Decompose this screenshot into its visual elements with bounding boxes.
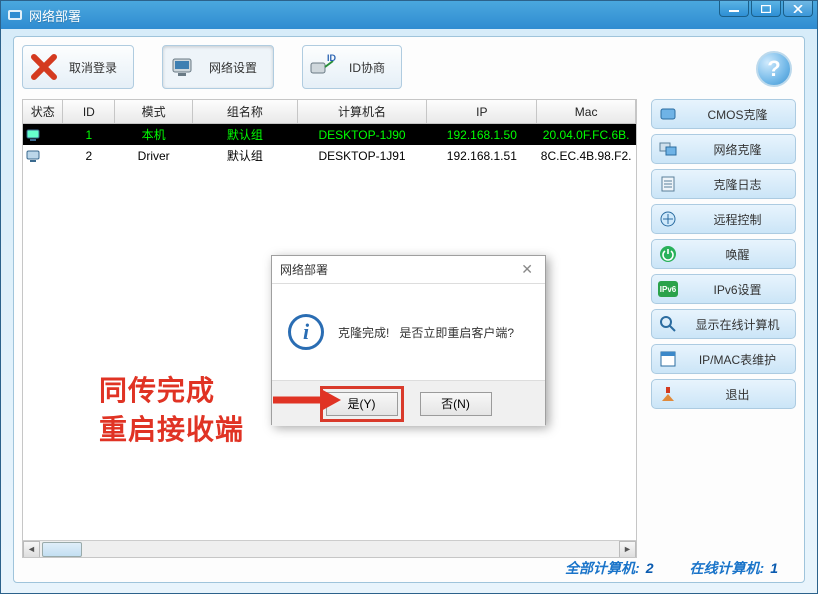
log-icon	[658, 174, 678, 194]
cancel-login-button[interactable]: 取消登录	[22, 45, 134, 89]
svg-text:ID: ID	[327, 53, 337, 63]
side-log-button[interactable]: 克隆日志	[651, 169, 796, 199]
cancel-icon	[29, 52, 59, 82]
maximize-button[interactable]	[751, 1, 781, 17]
total-label: 全部计算机:	[565, 558, 640, 578]
col-mode[interactable]: 模式	[115, 100, 193, 124]
online-count: 1	[770, 560, 778, 576]
table-header-row: 状态 ID 模式 组名称 计算机名 IP Mac	[23, 100, 636, 124]
cell-id: 2	[63, 145, 115, 166]
side-label: IPv6设置	[686, 281, 789, 298]
side-netclone-button[interactable]: 网络克隆	[651, 134, 796, 164]
col-ip[interactable]: IP	[427, 100, 537, 124]
side-cmos-button[interactable]: CMOS克隆	[651, 99, 796, 129]
pc-icon	[23, 145, 63, 166]
cell-mac: 20.04.0F.FC.6B.	[537, 124, 636, 146]
total-count: 2	[646, 560, 654, 576]
dialog-no-button[interactable]: 否(N)	[420, 392, 492, 416]
side-exit-button[interactable]: 退出	[651, 379, 796, 409]
cell-mode: Driver	[115, 145, 193, 166]
status-bar: 全部计算机: 2 在线计算机: 1	[22, 558, 796, 578]
settings-icon	[169, 52, 199, 82]
dialog-title: 网络部署	[280, 261, 328, 278]
table-row[interactable]: 2Driver默认组DESKTOP-1J91192.168.1.518C.EC.…	[23, 145, 636, 166]
ipv6-icon: IPv6	[658, 279, 678, 299]
side-label: IP/MAC表维护	[686, 351, 789, 368]
cell-mac: 8C.EC.4B.98.F2.	[537, 145, 636, 166]
id-negotiate-button[interactable]: ID ID协商	[302, 45, 402, 89]
cell-host: DESKTOP-1J90	[297, 124, 427, 146]
pc-icon	[23, 124, 63, 146]
cell-id: 1	[63, 124, 115, 146]
side-label: 唤醒	[686, 246, 789, 263]
power-icon	[658, 244, 678, 264]
network-settings-label: 网络设置	[209, 59, 257, 76]
scroll-left-button[interactable]: ◄	[23, 541, 40, 558]
cancel-login-label: 取消登录	[69, 59, 117, 76]
table-row[interactable]: 1本机默认组DESKTOP-1J90192.168.1.5020.04.0F.F…	[23, 124, 636, 146]
titlebar: 网络部署	[1, 1, 817, 29]
side-search-button[interactable]: 显示在线计算机	[651, 309, 796, 339]
col-mac[interactable]: Mac	[537, 100, 636, 124]
window-title: 网络部署	[29, 6, 811, 25]
side-power-button[interactable]: 唤醒	[651, 239, 796, 269]
col-group[interactable]: 组名称	[193, 100, 298, 124]
side-label: 网络克隆	[686, 141, 789, 158]
col-status[interactable]: 状态	[23, 100, 63, 124]
id-icon: ID	[309, 52, 339, 82]
minimize-button[interactable]	[719, 1, 749, 17]
dialog-message: 克隆完成! 是否立即重启客户端?	[338, 324, 514, 341]
annotation-text: 同传完成 重启接收端	[99, 371, 244, 449]
cell-host: DESKTOP-1J91	[297, 145, 427, 166]
info-icon: i	[288, 314, 324, 350]
side-label: 远程控制	[686, 211, 789, 228]
annotation-arrow-icon	[273, 389, 341, 411]
table-icon	[658, 349, 678, 369]
app-window: 网络部署 取消登录 网络设置 ID	[0, 0, 818, 594]
col-host[interactable]: 计算机名	[297, 100, 427, 124]
network-settings-button[interactable]: 网络设置	[162, 45, 274, 89]
dialog-close-button[interactable]: ✕	[517, 259, 537, 280]
help-button[interactable]: ?	[756, 51, 792, 87]
cell-ip: 192.168.1.51	[427, 145, 537, 166]
col-id[interactable]: ID	[63, 100, 115, 124]
cell-ip: 192.168.1.50	[427, 124, 537, 146]
side-label: CMOS克隆	[686, 106, 789, 123]
remote-icon	[658, 209, 678, 229]
side-remote-button[interactable]: 远程控制	[651, 204, 796, 234]
side-panel: CMOS克隆网络克隆克隆日志远程控制唤醒 IPv6 IPv6设置显示在线计算机 IP/…	[651, 99, 796, 558]
search-icon	[658, 314, 678, 334]
exit-icon	[658, 384, 678, 404]
horizontal-scrollbar[interactable]: ◄ ►	[23, 540, 636, 557]
side-label: 退出	[686, 386, 789, 403]
side-label: 显示在线计算机	[686, 316, 789, 333]
side-label: 克隆日志	[686, 176, 789, 193]
dialog-titlebar: 网络部署 ✕	[272, 256, 545, 284]
scroll-right-button[interactable]: ►	[619, 541, 636, 558]
cell-group: 默认组	[193, 145, 298, 166]
side-table-button[interactable]: IP/MAC表维护	[651, 344, 796, 374]
toolbar: 取消登录 网络设置 ID ID协商 ?	[22, 45, 796, 97]
close-button[interactable]	[783, 1, 813, 17]
cell-group: 默认组	[193, 124, 298, 146]
side-ipv6-button[interactable]: IPv6 IPv6设置	[651, 274, 796, 304]
app-icon	[7, 7, 23, 23]
netclone-icon	[658, 139, 678, 159]
cmos-icon	[658, 104, 678, 124]
svg-text:IPv6: IPv6	[660, 285, 677, 294]
id-negotiate-label: ID协商	[349, 59, 385, 76]
scroll-thumb[interactable]	[42, 542, 82, 557]
cell-mode: 本机	[115, 124, 193, 146]
online-label: 在线计算机:	[690, 558, 765, 578]
